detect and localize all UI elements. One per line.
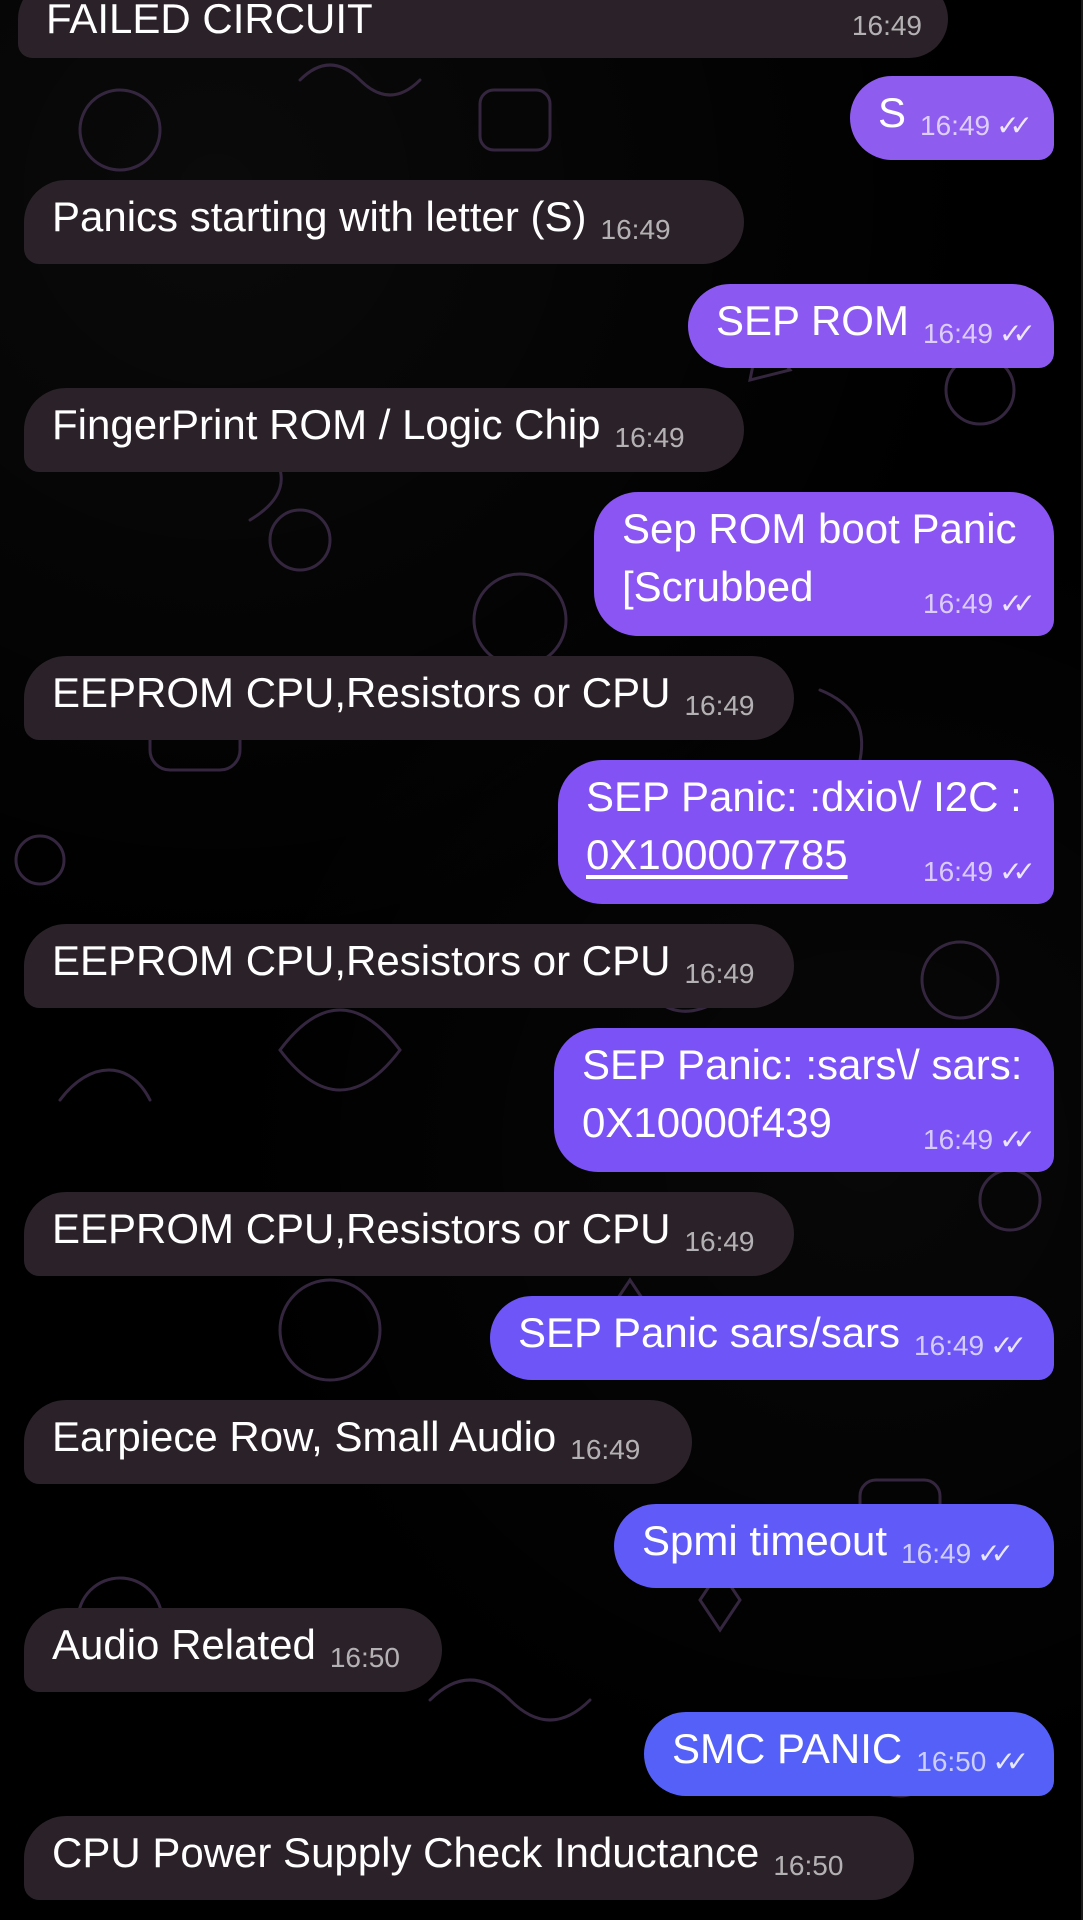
message-time: 16:50 [329,1642,400,1673]
message-meta: 16:49 ✓✓ [923,588,1036,619]
message-meta: 16:49 ✓✓ [914,1330,1027,1361]
message-outgoing[interactable]: SEP Panic sars/sars 16:49 ✓✓ [490,1296,1054,1380]
message-text: Spmi timeout [642,1517,888,1564]
chat-area[interactable]: FAILED CIRCUIT 16:49 S 16:49 ✓✓ Panics sta… [0,0,1083,1920]
message-meta: 16:50 ✓✓ [916,1746,1029,1777]
double-check-icon: ✓✓ [977,1538,1014,1569]
message-time: 16:49 [923,588,994,619]
message-time: 16:49 [570,1434,641,1465]
double-check-icon: ✓✓ [999,318,1036,349]
message-outgoing[interactable]: SEP Panic: :dxio\/ I2C : 0X100007785 16:… [558,760,1054,904]
message-incoming[interactable]: Panics starting with letter (S) 16:49 [24,180,744,264]
message-time: 16:49 [914,1330,985,1361]
message-text: S [878,89,907,136]
message-time: 16:49 [614,422,685,453]
message-text: CPU Power Supply Check Inductance [52,1829,760,1876]
message-outgoing[interactable]: S 16:49 ✓✓ [850,76,1054,160]
message-incoming[interactable]: EEPROM CPU,Resistors or CPU 16:49 [24,924,794,1008]
message-outgoing[interactable]: Spmi timeout 16:49 ✓✓ [614,1504,1054,1588]
message-incoming[interactable]: EEPROM CPU,Resistors or CPU 16:49 [24,1192,794,1276]
message-time: 16:49 [600,214,671,245]
message-text: Panics starting with letter (S) [52,193,587,240]
message-time: 16:49 [684,958,755,989]
double-check-icon: ✓✓ [990,1330,1027,1361]
message-outgoing[interactable]: SEP ROM 16:49 ✓✓ [688,284,1054,368]
message-outgoing[interactable]: SEP Panic: :sars\/ sars: 0X10000f439 16:… [554,1028,1054,1172]
message-incoming[interactable]: EEPROM CPU,Resistors or CPU 16:49 [24,656,794,740]
message-time: 16:49 [851,10,922,41]
message-meta: 16:49 ✓✓ [922,318,1036,349]
message-meta: 16:49 ✓✓ [901,1538,1014,1569]
message-outgoing[interactable]: SMC PANIC 16:50 ✓✓ [644,1712,1054,1796]
message-text: EEPROM CPU,Resistors or CPU [52,669,671,716]
message-time: 16:49 [684,1226,755,1257]
message-text-line: SEP Panic: :dxio\/ I2C : [586,773,1022,820]
message-meta: 16:49 ✓✓ [923,1124,1036,1155]
message-time: 16:49 [901,1538,972,1569]
message-text: SEP ROM [716,297,909,344]
message-time: 16:49 [923,856,994,887]
message-meta: 16:49 ✓✓ [920,110,1033,141]
double-check-icon: ✓✓ [999,1124,1036,1155]
message-text: EEPROM CPU,Resistors or CPU [52,1205,671,1252]
message-text: SMC PANIC [672,1725,903,1772]
message-incoming[interactable]: FAILED CIRCUIT 16:49 [18,0,948,58]
double-check-icon: ✓✓ [999,856,1036,887]
message-text: Earpiece Row, Small Audio [52,1413,557,1460]
message-incoming[interactable]: CPU Power Supply Check Inductance 16:50 [24,1816,914,1900]
message-time: 16:50 [773,1850,844,1881]
message-time: 16:50 [916,1746,987,1777]
message-text: SEP Panic sars/sars [518,1309,901,1356]
message-text: FAILED CIRCUIT [46,0,373,42]
message-incoming[interactable]: Earpiece Row, Small Audio 16:49 [24,1400,692,1484]
message-time: 16:49 [920,110,991,141]
double-check-icon: ✓✓ [992,1746,1029,1777]
message-time: 16:49 [923,1124,994,1155]
message-meta: 16:49 ✓✓ [923,856,1036,887]
message-text: EEPROM CPU,Resistors or CPU [52,937,671,984]
message-text: Audio Related [52,1621,316,1668]
message-time: 16:49 [684,690,755,721]
message-incoming[interactable]: Audio Related 16:50 [24,1608,442,1692]
message-incoming[interactable]: FingerPrint ROM / Logic Chip 16:49 [24,388,744,472]
message-outgoing[interactable]: Sep ROM boot Panic [Scrubbed 16:49 ✓✓ [594,492,1054,636]
double-check-icon: ✓✓ [996,110,1033,141]
message-time: 16:49 [922,318,994,349]
message-text: FingerPrint ROM / Logic Chip [52,401,601,448]
message-link[interactable]: 0X100007785 [586,831,848,878]
double-check-icon: ✓✓ [999,588,1036,619]
